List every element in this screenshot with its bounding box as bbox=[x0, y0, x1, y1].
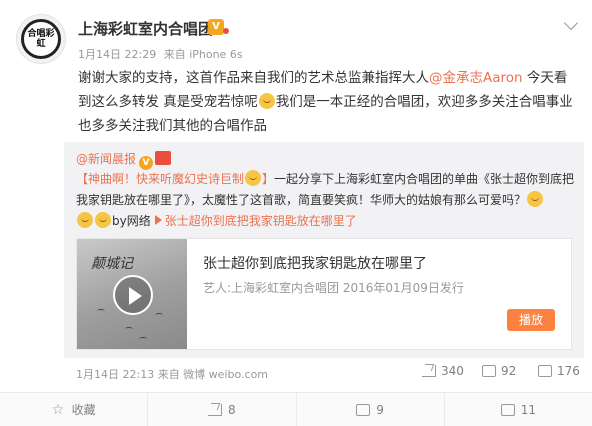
chevron-down-icon[interactable] bbox=[563, 15, 579, 31]
share-icon bbox=[208, 403, 223, 416]
bird-icon bbox=[125, 327, 133, 331]
laugh-emoji-icon bbox=[95, 212, 111, 228]
song-link[interactable]: 张士超你到底把我家钥匙放在哪里了 bbox=[165, 214, 357, 228]
laugh-emoji-icon bbox=[527, 191, 544, 207]
comment-count: 9 bbox=[376, 402, 384, 417]
share-count: 340 bbox=[441, 364, 464, 378]
vip-badge-icon bbox=[155, 151, 172, 165]
verified-icon: V bbox=[139, 156, 154, 170]
vip-badge-icon[interactable]: V bbox=[208, 19, 229, 35]
repost-by: by网络 bbox=[112, 214, 151, 228]
post-text: 谢谢大家的支持，这首作品来自我们的艺术总监兼指挥大人@金承志Aaron 今天看到… bbox=[78, 66, 578, 138]
mention-link[interactable]: @金承志Aaron bbox=[429, 70, 523, 86]
repost-footer: 1月14日 22:13 来自 微博 weibo.com bbox=[76, 368, 269, 381]
post-text-part: 谢谢大家的支持，这首作品来自我们的艺术总监兼指挥大人 bbox=[78, 70, 429, 86]
smile-emoji-icon bbox=[258, 93, 275, 109]
repost-author: @新闻晨报 V bbox=[76, 150, 172, 170]
bird-icon bbox=[139, 337, 147, 341]
repost-text: 【神曲啊！快来听魔幻史诗巨制 】一起分享下上海彩虹室内合唱团的单曲《张士超你到底把… bbox=[76, 169, 576, 232]
comment-button[interactable]: 9 bbox=[297, 393, 445, 426]
favorite-label: 收藏 bbox=[71, 403, 96, 417]
comment-count: 92 bbox=[501, 364, 517, 378]
repost-like-count[interactable]: 176 bbox=[538, 364, 580, 378]
play-button-icon[interactable] bbox=[113, 275, 153, 315]
post-time[interactable]: 1月14日 22:29 bbox=[78, 48, 156, 61]
like-icon bbox=[538, 365, 552, 377]
avatar-logo-text: 合唱彩虹 bbox=[27, 29, 55, 49]
album-calligraphy: 颠城记 bbox=[91, 256, 133, 272]
favorite-button[interactable]: ☆ 收藏 bbox=[0, 393, 149, 426]
play-icon bbox=[154, 215, 162, 225]
album-thumbnail[interactable]: 颠城记 bbox=[77, 239, 187, 349]
like-count: 11 bbox=[520, 402, 537, 417]
play-button[interactable]: 播放 bbox=[507, 309, 555, 331]
comment-icon bbox=[482, 365, 496, 377]
topic-link-end: 】 bbox=[262, 172, 275, 186]
star-icon: ☆ bbox=[51, 401, 65, 418]
like-icon bbox=[500, 403, 515, 416]
action-toolbar: ☆ 收藏 8 9 11 bbox=[0, 392, 592, 426]
post-meta: 1月14日 22:29 来自 iPhone 6s bbox=[78, 46, 247, 62]
post-source: 来自 iPhone 6s bbox=[163, 48, 243, 61]
weibo-post: 合唱彩虹 上海彩虹室内合唱团 V 1月14日 22:29 来自 iPhone 6… bbox=[0, 0, 592, 390]
topic-link[interactable]: 【神曲啊！快来听魔幻史诗巨制 bbox=[76, 172, 244, 186]
repost-share-count[interactable]: 340 bbox=[422, 364, 464, 378]
avatar[interactable]: 合唱彩虹 bbox=[16, 14, 66, 64]
song-artist-info: 艺人:上海彩虹室内合唱团 2016年01月09日发行 bbox=[203, 281, 464, 295]
share-icon bbox=[422, 365, 436, 377]
song-title[interactable]: 张士超你到底把我家钥匙放在哪里了 bbox=[203, 253, 427, 273]
share-count: 8 bbox=[228, 402, 236, 417]
repost-comment-count[interactable]: 92 bbox=[482, 364, 516, 378]
username[interactable]: 上海彩虹室内合唱团 bbox=[78, 18, 213, 39]
bird-icon bbox=[155, 313, 163, 317]
like-button[interactable]: 11 bbox=[445, 393, 592, 426]
repost-author-link[interactable]: @新闻晨报 bbox=[76, 152, 136, 166]
laugh-emoji-icon bbox=[245, 170, 262, 186]
bird-icon bbox=[97, 309, 105, 313]
laugh-emoji-icon bbox=[77, 212, 93, 228]
avatar-logo: 合唱彩虹 bbox=[21, 19, 61, 59]
music-card[interactable]: 颠城记 张士超你到底把我家钥匙放在哪里了 艺人:上海彩虹室内合唱团 2016年0… bbox=[76, 238, 572, 350]
share-button[interactable]: 8 bbox=[148, 393, 297, 426]
repost-box: @新闻晨报 V 【神曲啊！快来听魔幻史诗巨制 】一起分享下上海彩虹室内合唱团的单曲《… bbox=[64, 142, 584, 358]
comment-icon bbox=[356, 403, 371, 416]
like-count: 176 bbox=[557, 364, 580, 378]
